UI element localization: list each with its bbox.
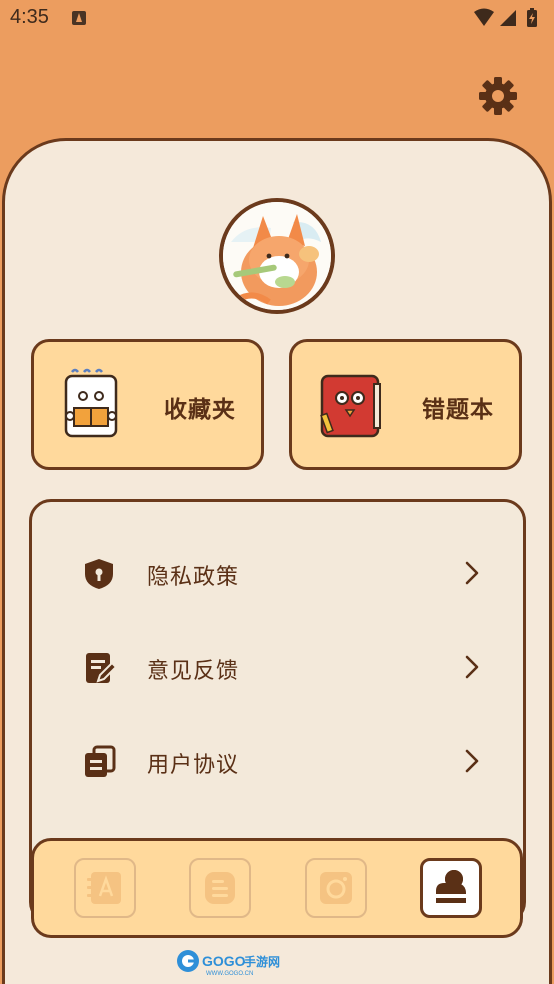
wrong-answers-label: 错题本	[422, 397, 494, 423]
watermark-logo: GOGO 手游网 WWW.GOGO.CN	[176, 947, 288, 977]
book-a-icon	[87, 872, 121, 904]
avatar[interactable]	[219, 198, 335, 314]
status-bar: 4:35	[0, 0, 554, 36]
svg-text:WWW.GOGO.CN: WWW.GOGO.CN	[206, 971, 253, 977]
fox-avatar	[223, 202, 331, 310]
bottom-nav	[31, 838, 523, 938]
nav-profile[interactable]	[420, 858, 482, 918]
favorites-tile[interactable]: 收藏夹	[31, 339, 264, 470]
list-doc-icon	[205, 872, 235, 904]
red-book-character-icon	[314, 368, 388, 442]
chevron-right-icon	[462, 654, 482, 680]
nav-notes[interactable]	[189, 858, 251, 918]
battery-icon	[527, 8, 537, 27]
wrong-answers-tile[interactable]: 错题本	[289, 339, 522, 470]
svg-text:手游网: 手游网	[244, 954, 280, 969]
notebook-character-icon	[56, 368, 130, 442]
shield-icon	[82, 557, 116, 591]
menu-item-feedback[interactable]: 意见反馈	[32, 632, 523, 702]
menu-item-label: 隐私政策	[147, 565, 240, 590]
menu-item-label: 意见反馈	[147, 659, 240, 684]
documents-icon	[82, 745, 116, 779]
chevron-right-icon	[462, 748, 482, 774]
notification-a-icon	[72, 11, 86, 25]
signal-icon	[500, 10, 516, 26]
status-icons	[472, 7, 544, 29]
favorites-label: 收藏夹	[164, 397, 236, 423]
svg-text:GOGO: GOGO	[202, 953, 246, 969]
menu-item-privacy-policy[interactable]: 隐私政策	[32, 538, 523, 608]
settings-button[interactable]	[477, 75, 519, 117]
nav-camera[interactable]	[305, 858, 367, 918]
menu-item-user-agreement[interactable]: 用户协议	[32, 726, 523, 796]
menu-item-label: 用户协议	[147, 753, 240, 778]
status-time: 4:35	[10, 6, 49, 28]
feedback-edit-icon	[82, 651, 118, 685]
wifi-icon	[474, 8, 494, 26]
gear-icon	[479, 77, 517, 115]
camera-icon	[320, 872, 352, 904]
nav-vocabulary-book[interactable]	[74, 858, 136, 918]
person-icon	[436, 870, 466, 903]
chevron-right-icon	[462, 560, 482, 586]
